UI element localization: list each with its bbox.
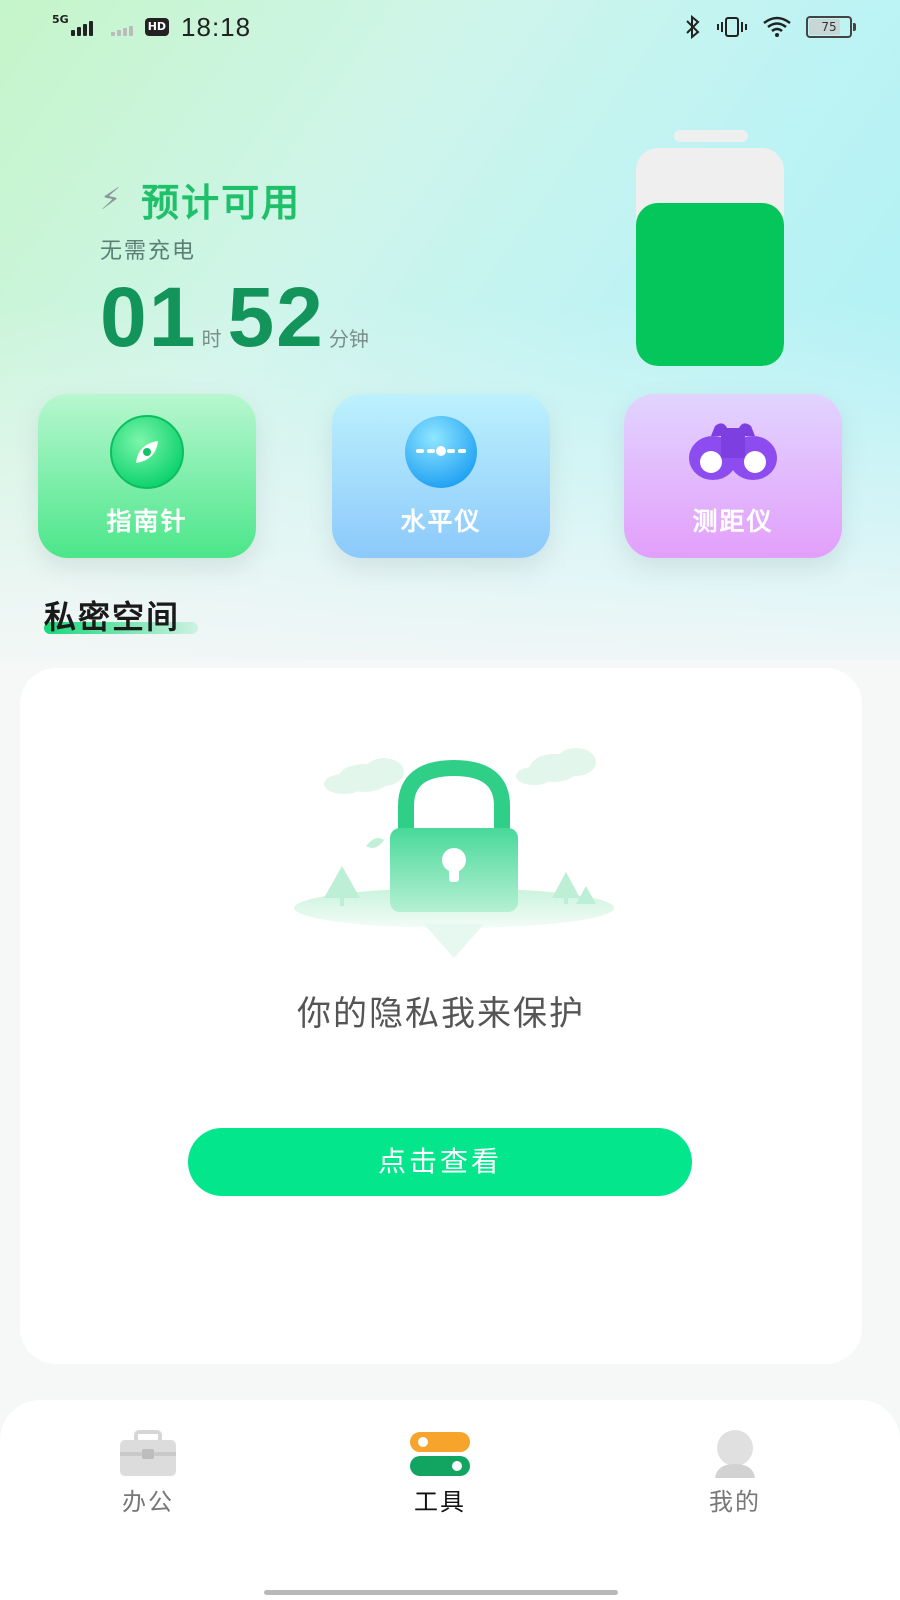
section-title: 私密空间 <box>44 598 181 636</box>
bluetooth-icon <box>686 15 700 39</box>
minutes-value: 52 <box>227 270 325 364</box>
home-indicator <box>264 1590 618 1595</box>
battery-body <box>636 148 784 366</box>
vibrate-icon <box>717 17 747 37</box>
bolt-icon: ⚡ <box>100 182 122 217</box>
battery-status-icon: 75 <box>806 16 856 38</box>
hours-value: 01 <box>100 270 198 364</box>
status-left: 5G HD 18:18 <box>52 12 251 42</box>
nav-item-me[interactable]: 我的 <box>675 1430 795 1517</box>
minutes-unit: 分钟 <box>328 327 369 351</box>
tool-label-compass: 指南针 <box>106 507 188 536</box>
level-icon <box>405 416 477 488</box>
wifi-icon <box>763 16 791 37</box>
battery-graphic <box>636 130 784 366</box>
signal-icon <box>70 18 93 36</box>
toggles-icon <box>410 1432 470 1476</box>
view-button[interactable]: 点击查看 <box>188 1128 692 1196</box>
battery-fill <box>636 202 784 366</box>
tool-label-rangefinder: 测距仪 <box>692 507 774 536</box>
compass-icon <box>110 415 184 489</box>
nav-label-me: 我的 <box>709 1488 761 1516</box>
hours-unit: 时 <box>201 327 222 351</box>
battery-percent: 75 <box>821 20 837 34</box>
clock: 18:18 <box>181 11 252 42</box>
tool-card-rangefinder[interactable]: 测距仪 <box>624 394 842 558</box>
lock-icon <box>294 748 614 958</box>
person-icon <box>715 1430 755 1478</box>
tool-card-compass[interactable]: 指南针 <box>38 394 256 558</box>
nav-label-office: 办公 <box>122 1488 174 1516</box>
signal-2-icon <box>110 18 133 36</box>
nav-item-office[interactable]: 办公 <box>88 1430 208 1517</box>
tool-label-level: 水平仪 <box>400 507 482 536</box>
nav-item-tools[interactable]: 工具 <box>380 1430 500 1517</box>
estimate-header: ⚡ 预计可用 <box>100 172 375 227</box>
estimate-time: 01 时 52 分钟 <box>100 275 375 359</box>
nav-label-tools: 工具 <box>414 1488 466 1516</box>
bottom-nav: 办公 工具 我的 <box>0 1400 900 1600</box>
private-message: 你的隐私我来保护 <box>297 994 585 1034</box>
status-bar: 5G HD 18:18 75 <box>0 0 900 56</box>
battery-estimate: ⚡ 预计可用 无需充电 01 时 52 分钟 <box>100 172 375 359</box>
private-space-card: 你的隐私我来保护 点击查看 <box>20 668 862 1364</box>
tool-card-level[interactable]: 水平仪 <box>332 394 550 558</box>
estimate-subtitle: 无需充电 <box>100 239 197 264</box>
estimate-title: 预计可用 <box>141 181 302 225</box>
status-right: 75 <box>684 12 856 42</box>
network-type: 5G <box>52 12 69 26</box>
briefcase-icon <box>120 1430 176 1476</box>
battery-cap <box>674 130 748 142</box>
binoculars-icon <box>689 423 777 480</box>
hd-badge: HD <box>144 18 170 36</box>
